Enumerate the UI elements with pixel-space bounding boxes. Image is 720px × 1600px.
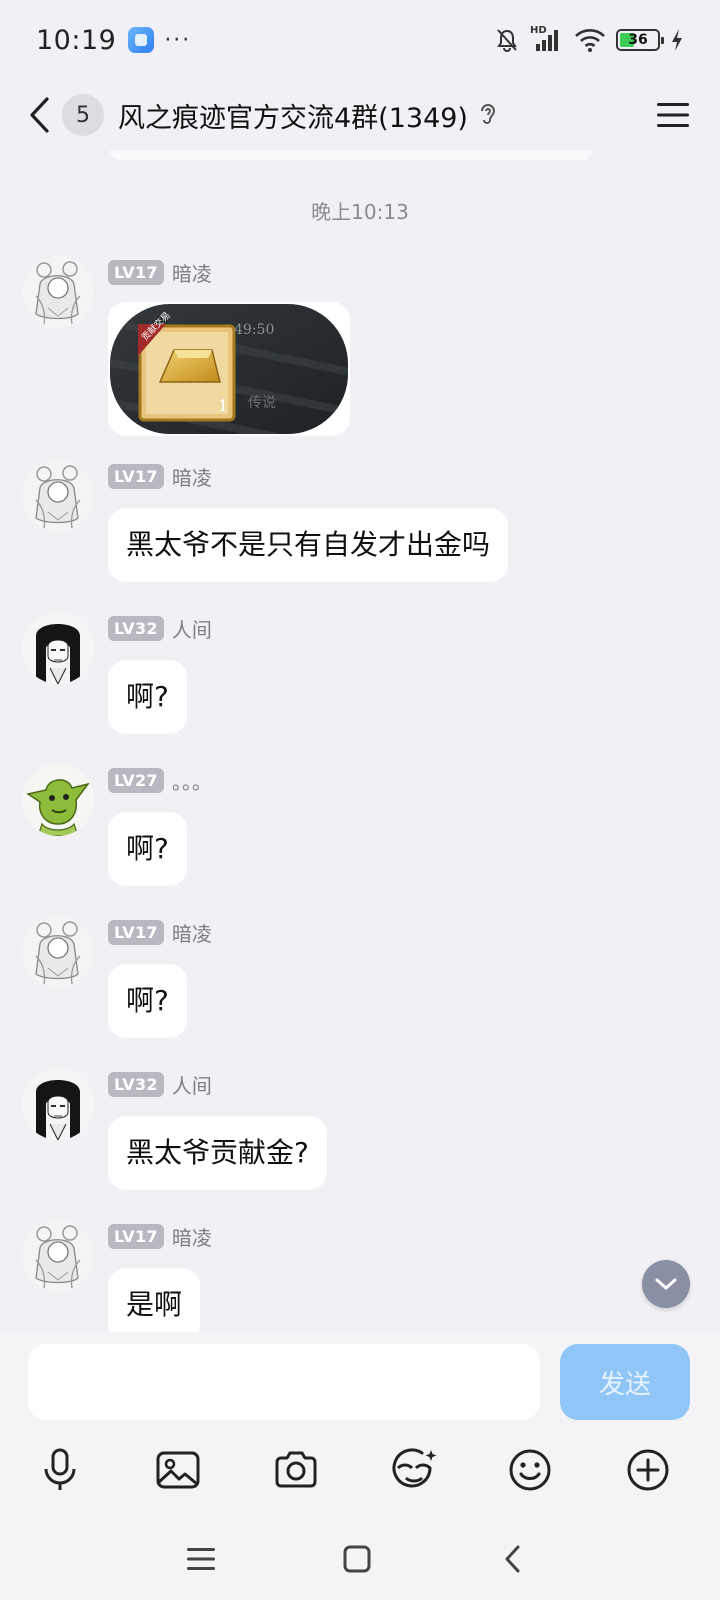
send-button[interactable]: 发送 [560,1344,690,1420]
home-icon[interactable] [332,1534,382,1584]
sender-name[interactable]: 暗凌 [172,258,212,287]
sender-name[interactable]: 暗凌 [172,918,212,947]
message-item: LV32 人间 黑太爷贡献金? [22,1068,682,1198]
white-hair-avatar[interactable] [22,916,94,988]
system-navigation-bar [0,1518,720,1600]
level-badge: LV32 [108,1072,164,1097]
level-badge: LV17 [108,260,164,285]
menu-button[interactable] [648,90,698,140]
message-item: LV27 。。。 啊? [22,764,682,894]
signal-icon: HD [530,25,564,53]
message-bubble[interactable]: 啊? [108,812,187,886]
battery-level: 36 [628,32,648,48]
level-badge: LV32 [108,616,164,641]
sender-name[interactable]: 人间 [172,614,212,643]
sender-info: LV17 暗凌 [108,918,212,947]
black-hair-avatar[interactable] [22,1068,94,1140]
input-area: 发送 [0,1332,720,1600]
ear-icon[interactable] [478,102,498,128]
charging-icon [672,29,682,51]
message-item: LV17 暗凌 啊? [22,916,682,1046]
chat-message-list[interactable]: 晚上10:13 LV17 暗凌 贡献交易 49:50 1 传说 LV17 暗凌 … [0,160,720,1332]
sender-name[interactable]: 暗凌 [172,462,212,491]
scroll-to-bottom-button[interactable] [642,1260,690,1308]
sender-info: LV17 暗凌 [108,462,212,491]
image-item-count: 1 [218,396,229,415]
message-item: LV17 暗凌 贡献交易 49:50 1 传说 [22,256,682,446]
sender-info: LV17 暗凌 [108,258,212,287]
image-icon[interactable] [148,1440,208,1500]
sender-info: LV32 人间 [108,614,212,643]
message-input[interactable] [28,1344,540,1420]
camera-icon[interactable] [266,1440,326,1500]
level-badge: LV17 [108,920,164,945]
white-hair-avatar[interactable] [22,1220,94,1292]
sender-info: LV27 。。。 [108,766,212,795]
goblin-avatar[interactable] [22,764,94,836]
image-sub-label: 传说 [248,395,276,411]
unread-count-badge[interactable]: 5 [62,94,104,136]
wifi-icon [575,29,605,52]
more-notifications-indicator: ··· [164,27,192,53]
level-badge: LV27 [108,768,164,793]
white-hair-avatar[interactable] [22,460,94,532]
sender-name[interactable]: 人间 [172,1070,212,1099]
mute-bell-icon [497,29,517,52]
back-icon[interactable] [488,1534,538,1584]
back-button[interactable] [22,90,56,140]
time-divider: 晚上10:13 [311,200,409,224]
status-bar: 10:19 ··· HD 36 [0,0,720,80]
emoji-icon[interactable] [500,1440,560,1500]
message-bubble[interactable]: 啊? [108,660,187,734]
sender-info: LV32 人间 [108,1070,212,1099]
battery-icon: 36 [616,29,664,51]
input-toolbar [0,1440,720,1510]
message-bubble[interactable]: 黑太爷贡献金? [108,1116,327,1190]
sticker-icon[interactable] [384,1440,444,1500]
chevron-down-icon [655,1278,677,1290]
image-message[interactable]: 贡献交易 49:50 1 传说 [108,302,350,436]
microphone-icon[interactable] [30,1440,90,1500]
sender-info: LV17 暗凌 [108,1222,212,1251]
level-badge: LV17 [108,1224,164,1249]
message-item: LV17 暗凌 是啊 [22,1220,682,1332]
level-badge: LV17 [108,464,164,489]
plus-icon[interactable] [618,1440,678,1500]
chevron-left-icon [30,97,49,133]
message-item: LV32 人间 啊? [22,612,682,742]
message-bubble[interactable]: 啊? [108,964,187,1038]
sender-name[interactable]: 。。。 [172,766,212,795]
group-title[interactable]: 风之痕迹官方交流4群(1349) [118,96,468,135]
menu-icon[interactable] [176,1534,226,1584]
image-timer-text: 49:50 [234,322,275,338]
message-bubble[interactable]: 黑太爷不是只有自发才出金吗 [108,508,509,582]
white-hair-avatar[interactable] [22,256,94,328]
sender-name[interactable]: 暗凌 [172,1222,212,1251]
hamburger-menu-icon [657,103,689,127]
black-hair-avatar[interactable] [22,612,94,684]
status-icons: HD 36 [494,25,684,53]
app-notification-icon [128,27,155,53]
pinned-banner-edge [110,150,592,160]
status-time: 10:19 [36,24,117,56]
message-item: LV17 暗凌 黑太爷不是只有自发才出金吗 [22,460,682,590]
chat-header: 5 风之痕迹官方交流4群(1349) [0,80,720,150]
message-bubble[interactable]: 是啊 [108,1268,201,1332]
